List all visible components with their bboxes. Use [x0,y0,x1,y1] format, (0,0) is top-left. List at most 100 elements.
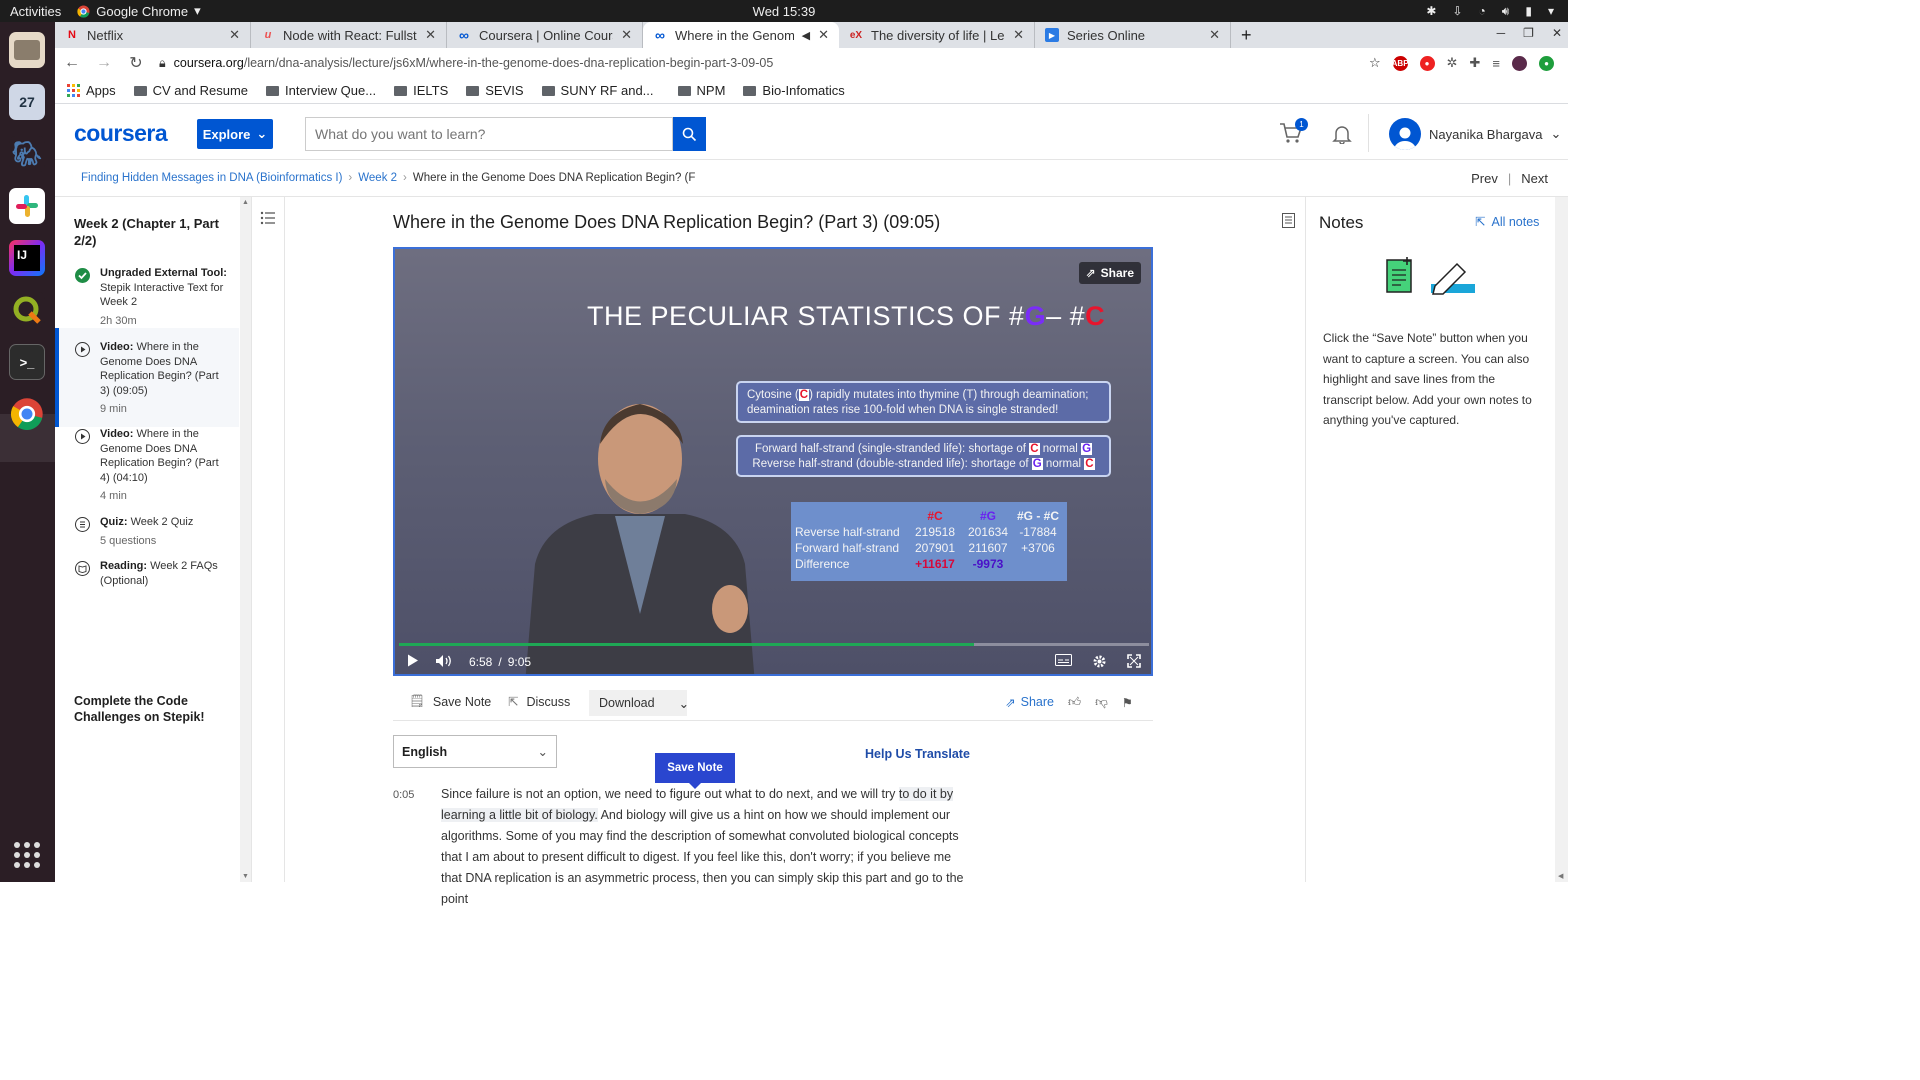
sidebar-item-quiz[interactable]: Quiz: Week 2 Quiz 5 questions [55,515,239,548]
update-tray-icon[interactable]: ⇩ [1452,4,1462,18]
slack-app-icon[interactable] [9,188,45,224]
sidebar-item-video-part4[interactable]: Video: Where in the Genome Does DNA Repl… [55,427,239,504]
intellij-app-icon[interactable]: IJ [9,240,45,276]
maximize-icon[interactable]: ❐ [1523,26,1534,40]
breadcrumb-week-link[interactable]: Week 2 [358,172,397,184]
transcript-text[interactable]: Since failure is not an option, we need … [441,784,971,910]
tab-where-in-genome[interactable]: ∞ Where in the Genome ◀︎ ✕ [643,22,839,48]
app-menu[interactable]: Google Chrome ▾ [77,3,201,19]
sidebar-cta[interactable]: Complete the Code Challenges on Stepik! [74,693,224,725]
search-input[interactable] [305,117,673,151]
discuss-button[interactable]: ⇱ Discuss [508,694,570,710]
bookmark-folder[interactable]: IELTS [394,83,448,98]
user-menu[interactable]: Nayanika Bhargava ⌄ [1389,118,1561,150]
lock-icon[interactable]: 🔒︎ [159,56,166,71]
scroll-up-icon[interactable]: ▲ [242,199,249,206]
cart-button[interactable]: 1 [1279,118,1308,147]
bookmark-folder[interactable]: SUNY RF and... [541,83,654,98]
tab-netflix[interactable]: N Netflix ✕ [55,22,251,48]
files-app-icon[interactable] [9,32,45,68]
close-tab-icon[interactable]: ✕ [1209,27,1220,43]
tab-node-react[interactable]: u Node with React: Fullstac ✕ [251,22,447,48]
list-outline-icon[interactable] [260,211,276,225]
profile-avatar-icon[interactable] [1512,55,1527,71]
sidebar-item-reading[interactable]: Reading: Week 2 FAQs (Optional) [55,559,239,588]
share-button[interactable]: ⇗ Share [1005,695,1054,710]
postgres-app-icon[interactable]: 🐘︎ [9,136,45,172]
scroll-left-icon[interactable]: ◀ [1558,872,1563,880]
bookmark-folder[interactable]: SEVIS [466,83,524,98]
back-arrow-icon[interactable]: ← [63,54,81,72]
sidebar-item-stepik-tool[interactable]: Ungraded External Tool: Stepik Interacti… [55,266,239,328]
reload-icon[interactable]: ↻ [127,53,145,73]
tab-series-online[interactable]: ▶ Series Online ✕ [1035,22,1231,48]
bookmark-folder[interactable]: CV and Resume [133,83,248,98]
new-tab-button[interactable]: + [1231,22,1262,48]
bookmark-folder[interactable]: Bio-Infomatics [743,83,845,98]
red-extension-icon[interactable]: ● [1419,55,1435,71]
calendar-app-icon[interactable]: 27 [9,84,45,120]
address-bar[interactable]: 🔒︎ coursera.org/learn/dna-analysis/lectu… [159,50,1355,76]
play-button[interactable] [407,654,419,670]
system-tray[interactable]: ✱ ⇩ ◔ 🔊︎ ▮ ▾ [1426,0,1554,22]
activities-button[interactable]: Activities [0,4,71,19]
explore-button[interactable]: Explore ⌄ [197,119,273,149]
fullscreen-icon[interactable] [1127,654,1141,668]
slack-tray-icon[interactable]: ✱ [1426,4,1436,18]
prev-button[interactable]: Prev [1471,171,1498,186]
scroll-down-icon[interactable]: ▼ [242,873,249,880]
bookmark-folder[interactable]: Interview Que... [266,83,376,98]
captions-icon[interactable] [1055,654,1072,666]
bookmark-folder[interactable]: NPM [677,83,725,98]
bug-extension-icon[interactable]: ✲ [1447,55,1458,71]
wifi-icon[interactable]: ◔ [1479,4,1486,18]
transcript-timestamp[interactable]: 0:05 [393,789,414,801]
close-tab-icon[interactable]: ✕ [818,27,829,43]
coursera-logo[interactable]: coursera [74,120,168,147]
playlist-extension-icon[interactable]: ≡ [1492,56,1500,71]
sidebar-scrollbar[interactable]: ▲ ▼ [240,197,251,882]
next-button[interactable]: Next [1521,171,1548,186]
audio-playing-icon[interactable]: ◀︎ [802,29,810,42]
adblock-icon[interactable]: ABP [1392,55,1409,71]
volume-button[interactable] [435,654,453,671]
breadcrumb-course-link[interactable]: Finding Hidden Messages in DNA (Bioinfor… [81,172,342,184]
save-note-popup-button[interactable]: Save Note [655,753,735,789]
download-dropdown[interactable]: Download ⌄ [589,690,689,716]
chrome-app-icon[interactable] [9,396,45,432]
minimize-icon[interactable]: ─ [1497,26,1506,40]
transcript-segment[interactable]: And biology will give us a hint on how w… [441,808,963,906]
close-tab-icon[interactable]: ✕ [621,27,632,43]
thumbs-up-icon[interactable]: 👍︎ [1068,695,1081,710]
close-window-icon[interactable]: ✕ [1552,26,1562,40]
terminal-app-icon[interactable]: >_ [9,344,45,380]
volume-icon[interactable]: 🔊︎ [1502,4,1510,19]
transcript-segment[interactable]: Since failure is not an option, we need … [441,787,899,801]
language-select[interactable]: English ⌄ [393,735,557,768]
close-tab-icon[interactable]: ✕ [1013,27,1024,43]
bookmark-apps[interactable]: Apps [67,83,116,98]
show-applications-icon[interactable] [14,842,40,868]
close-tab-icon[interactable]: ✕ [229,27,240,43]
save-note-button[interactable]: 🗒︎ Save Note [409,694,491,709]
video-player[interactable]: ⇗ Share THE PECULIAR STATISTICS OF #G– #C… [393,247,1153,676]
power-menu-icon[interactable]: ▾ [1548,4,1554,18]
search-button[interactable] [673,117,706,151]
all-notes-link[interactable]: ⇱ All notes [1475,214,1539,230]
gear-icon[interactable] [1092,654,1107,669]
notes-panel-icon[interactable] [1282,213,1295,228]
video-share-button[interactable]: ⇗ Share [1078,262,1141,284]
close-tab-icon[interactable]: ✕ [425,27,436,43]
qgis-app-icon[interactable] [9,292,45,328]
video-progress-bar[interactable] [399,643,1149,646]
bookmark-star-icon[interactable]: ☆ [1369,55,1381,71]
tab-diversity-of-life[interactable]: eX The diversity of life | Learn ✕ [839,22,1035,48]
sidebar-item-video-part3[interactable]: Video: Where in the Genome Does DNA Repl… [55,328,239,427]
flag-icon[interactable]: ⚑ [1122,695,1133,710]
puzzle-extension-icon[interactable]: ✚ [1470,55,1481,71]
green-extension-icon[interactable]: ● [1539,55,1554,71]
notifications-button[interactable] [1332,124,1352,147]
forward-arrow-icon[interactable]: → [95,54,113,72]
tab-coursera[interactable]: ∞ Coursera | Online Courses ✕ [447,22,643,48]
notes-scrollbar[interactable]: ◀ [1555,197,1568,882]
